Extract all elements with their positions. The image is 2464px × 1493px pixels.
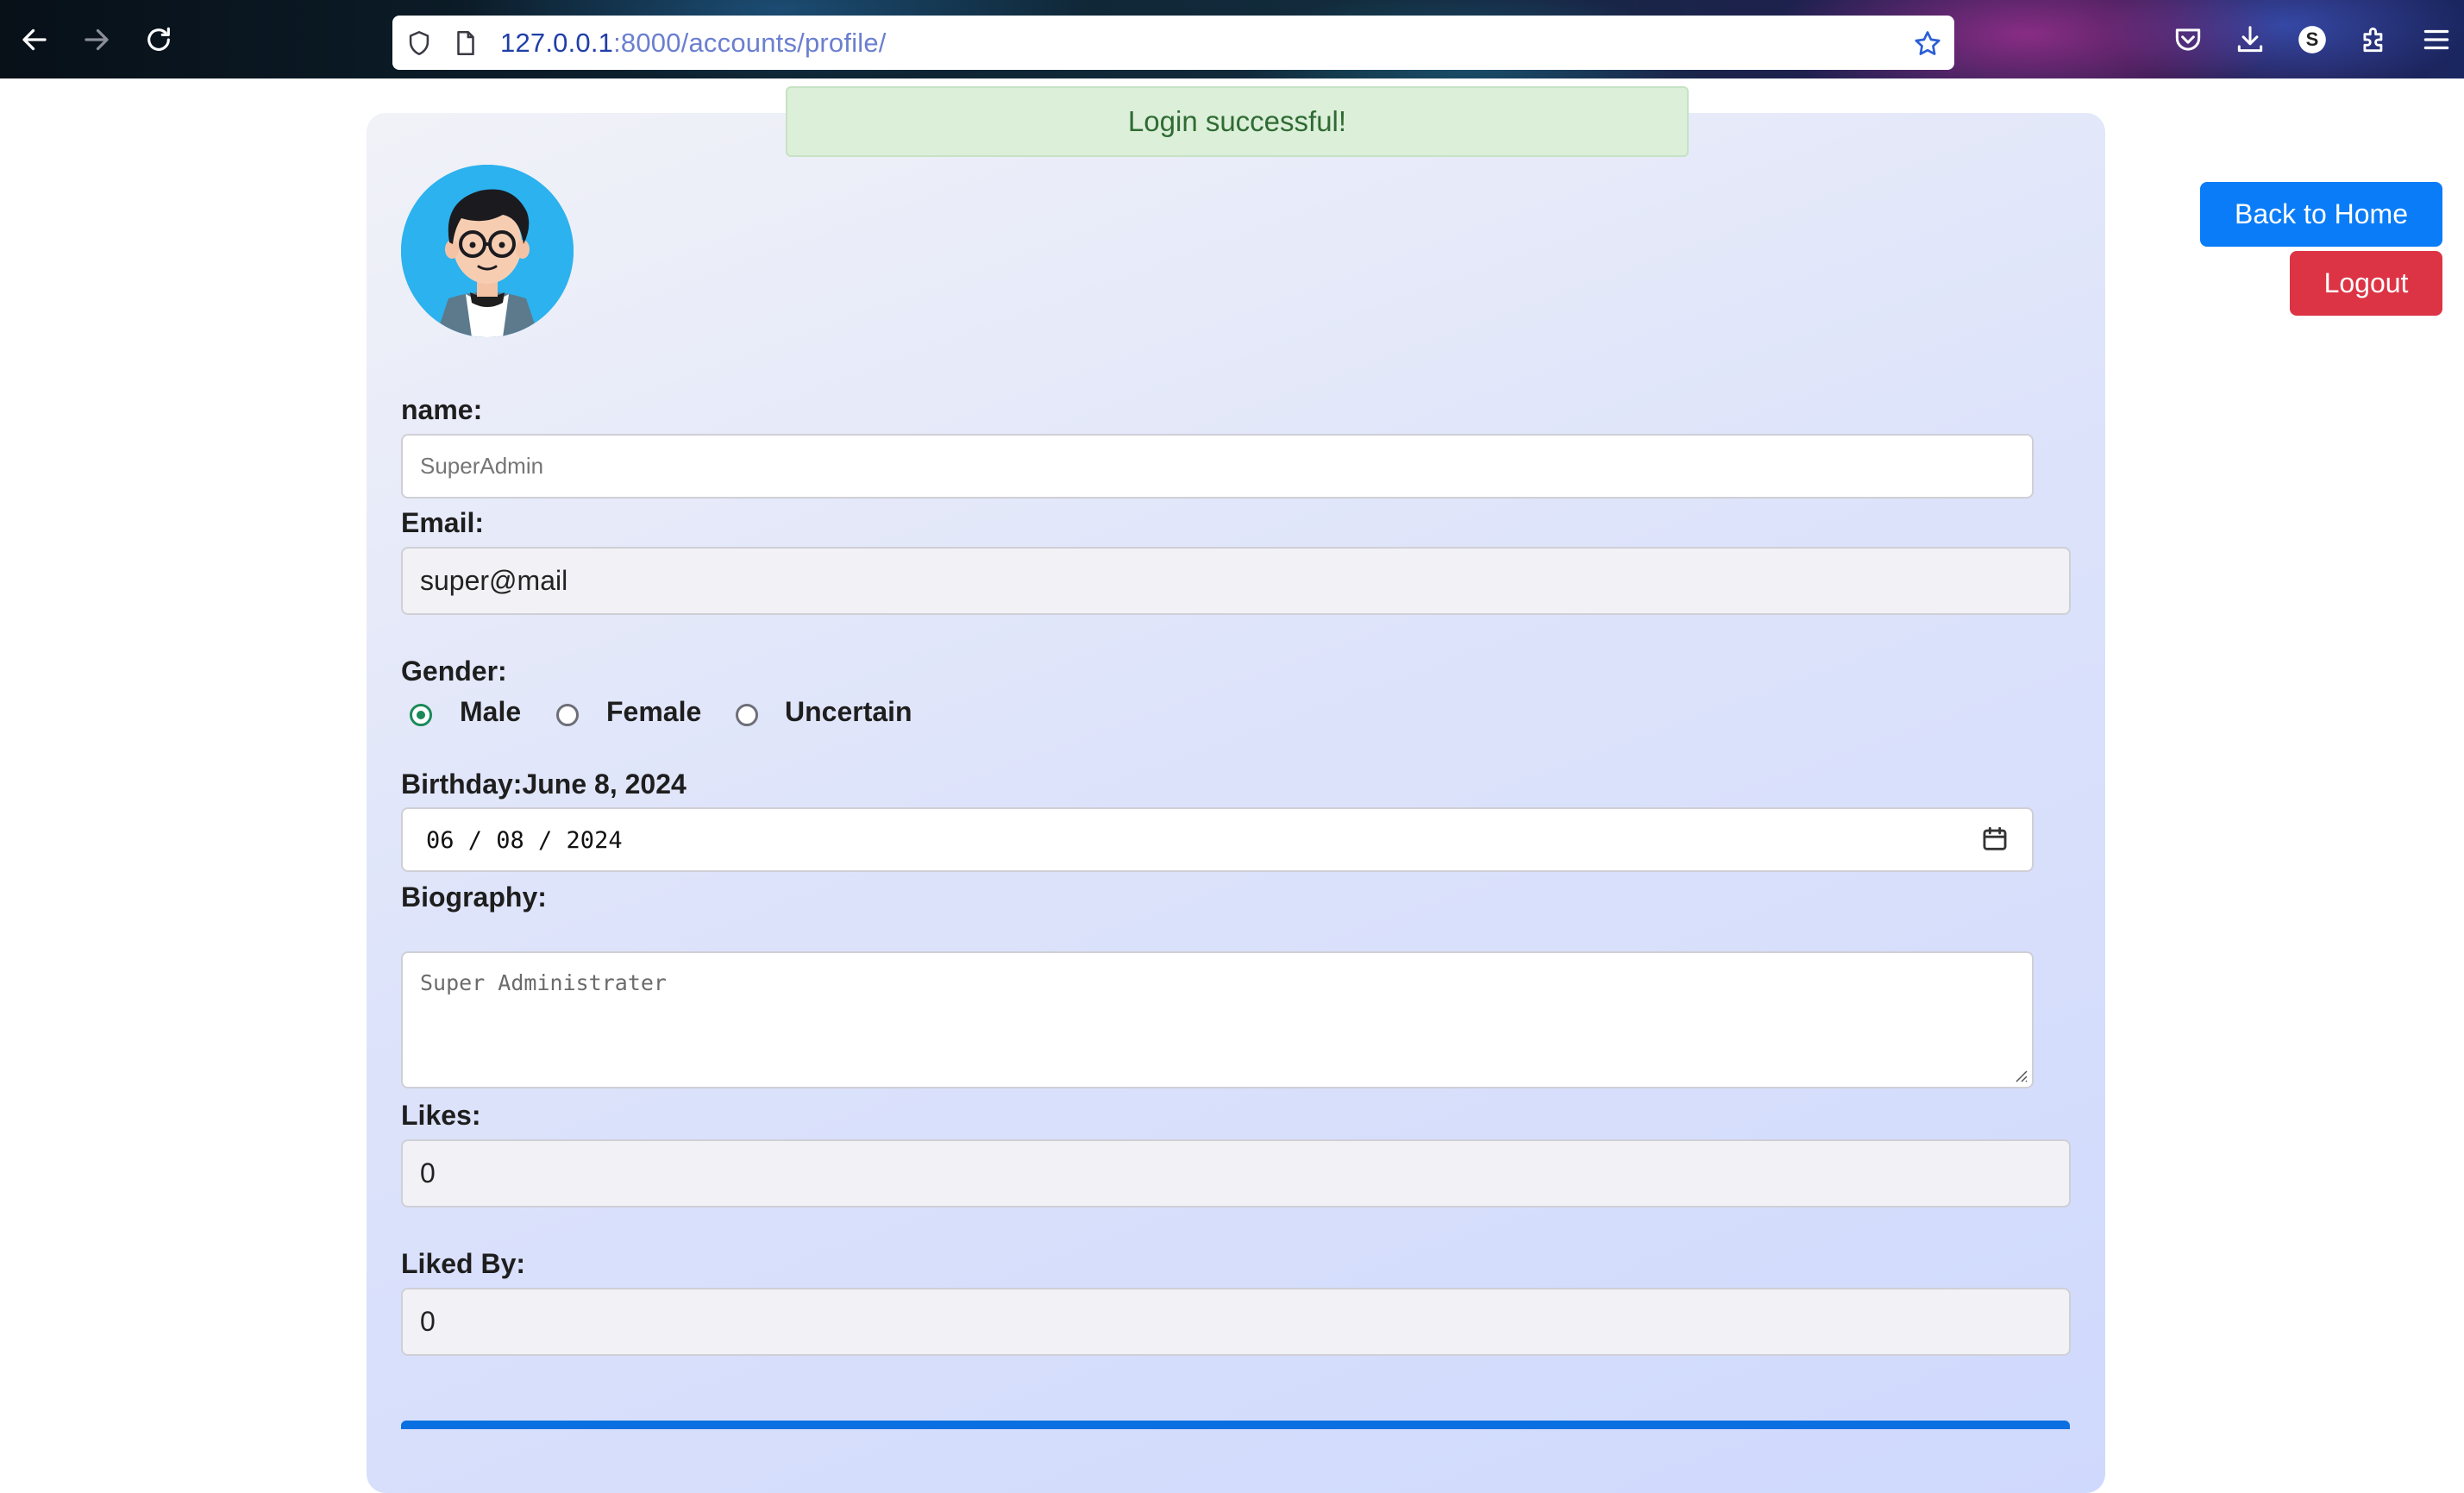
- page-icon[interactable]: [451, 28, 480, 58]
- url-host: 127.0.0.1: [500, 28, 614, 58]
- birthday-date-field[interactable]: 06 / 08 / 2024: [401, 807, 2034, 872]
- profile-card: [367, 113, 2105, 1493]
- puzzle-icon[interactable]: [2358, 23, 2391, 56]
- url-path: :8000/accounts/profile/: [613, 28, 887, 58]
- name-field[interactable]: [401, 434, 2034, 499]
- liked-by-field[interactable]: 0: [401, 1288, 2071, 1356]
- resize-handle-icon[interactable]: [2013, 1068, 2028, 1083]
- pocket-icon[interactable]: [2172, 23, 2204, 56]
- success-alert: Login successful!: [786, 86, 1689, 157]
- url-bar[interactable]: 127.0.0.1:8000/accounts/profile/: [392, 16, 1954, 70]
- star-icon[interactable]: [1912, 28, 1941, 58]
- gender-option-female[interactable]: Female: [606, 696, 701, 728]
- avatar[interactable]: [401, 165, 574, 337]
- logout-button[interactable]: Logout: [2290, 251, 2442, 316]
- gender-radio-female[interactable]: [556, 704, 579, 726]
- gender-option-male[interactable]: Male: [460, 696, 521, 728]
- gender-radio-uncertain[interactable]: [736, 704, 758, 726]
- liked-by-label: Liked By:: [401, 1248, 526, 1279]
- shield-icon[interactable]: [404, 28, 434, 58]
- gender-radio-male[interactable]: [410, 704, 432, 726]
- email-field[interactable]: super@mail: [401, 547, 2071, 615]
- avatar-illustration: [401, 165, 574, 337]
- browser-toolbar: 127.0.0.1:8000/accounts/profile/ S: [0, 0, 2464, 78]
- submit-button[interactable]: [401, 1421, 2070, 1429]
- back-to-home-button[interactable]: Back to Home: [2200, 182, 2442, 247]
- reload-icon[interactable]: [138, 19, 179, 60]
- birthday-label: Birthday:June 8, 2024: [401, 768, 687, 800]
- forward-arrow-icon[interactable]: [76, 19, 117, 60]
- likes-label: Likes:: [401, 1100, 481, 1131]
- biography-label: Biography:: [401, 881, 547, 913]
- biography-placeholder: Super Administrater: [420, 970, 667, 995]
- account-avatar-icon[interactable]: S: [2296, 23, 2329, 56]
- hamburger-menu-icon[interactable]: [2420, 23, 2453, 56]
- name-label: name:: [401, 394, 483, 425]
- email-label: Email:: [401, 507, 485, 538]
- back-arrow-icon[interactable]: [14, 19, 55, 60]
- birthday-date-value: 06 / 08 / 2024: [426, 827, 623, 854]
- calendar-icon[interactable]: [1980, 825, 2009, 854]
- download-icon[interactable]: [2234, 23, 2267, 56]
- likes-field[interactable]: 0: [401, 1139, 2071, 1208]
- account-initial: S: [2305, 28, 2319, 50]
- gender-label: Gender:: [401, 656, 507, 687]
- gender-option-uncertain[interactable]: Uncertain: [785, 696, 912, 728]
- biography-textarea[interactable]: Super Administrater: [401, 951, 2034, 1088]
- url-text[interactable]: 127.0.0.1:8000/accounts/profile/: [500, 28, 887, 59]
